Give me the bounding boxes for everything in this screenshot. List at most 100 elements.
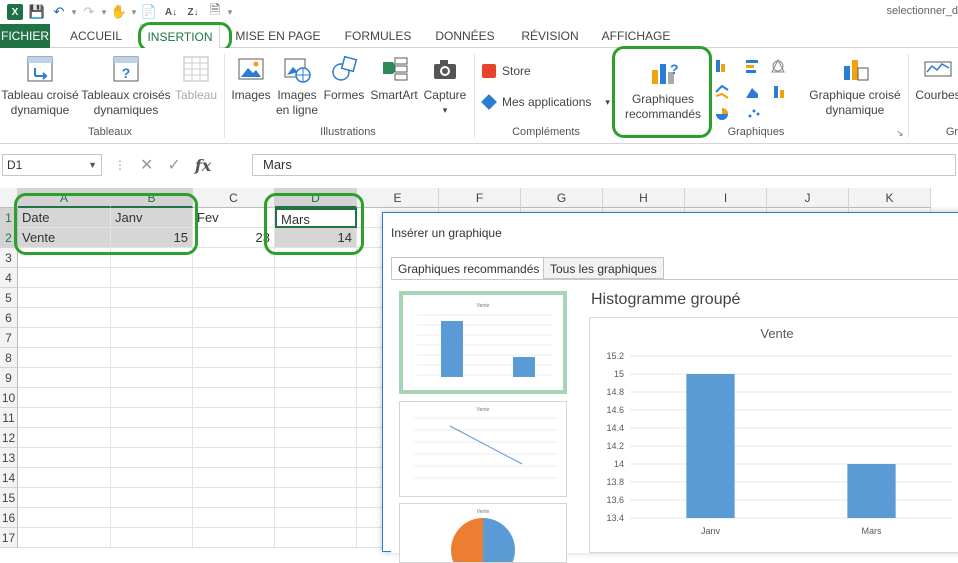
row-header-8[interactable]: 8: [0, 348, 18, 368]
tab-mise-en-page[interactable]: MISE EN PAGE: [232, 24, 324, 48]
cell-a3[interactable]: [18, 248, 111, 268]
cell-c14[interactable]: [193, 468, 275, 488]
cell-c12[interactable]: [193, 428, 275, 448]
thumbnail-clustered-column[interactable]: Vente: [399, 291, 567, 394]
column-header-c[interactable]: C: [193, 188, 275, 208]
cell-c16[interactable]: [193, 508, 275, 528]
tab-all-charts[interactable]: Tous les graphiques: [543, 257, 664, 279]
row-header-5[interactable]: 5: [0, 288, 18, 308]
undo-dropdown-icon[interactable]: ▾: [70, 7, 78, 18]
cell-a16[interactable]: [18, 508, 111, 528]
row-header-6[interactable]: 6: [0, 308, 18, 328]
column-header-h[interactable]: H: [603, 188, 685, 208]
column-header-f[interactable]: F: [439, 188, 521, 208]
cell-d11[interactable]: [275, 408, 357, 428]
cell-d8[interactable]: [275, 348, 357, 368]
confirm-icon[interactable]: ✓: [167, 155, 180, 175]
thumbnail-pie-chart[interactable]: Vente: [399, 503, 567, 563]
cell-a13[interactable]: [18, 448, 111, 468]
cancel-icon[interactable]: ✕: [140, 155, 153, 175]
cell-d2[interactable]: 14: [275, 228, 357, 248]
sparkline-lines-button[interactable]: Courbes: [912, 54, 958, 103]
cell-c17[interactable]: [193, 528, 275, 548]
cell-a9[interactable]: [18, 368, 111, 388]
cell-d3[interactable]: [275, 248, 357, 268]
cell-b8[interactable]: [111, 348, 193, 368]
tab-accueil[interactable]: ACCUEIL: [60, 24, 132, 48]
cell-b10[interactable]: [111, 388, 193, 408]
recommended-charts-button[interactable]: ? Graphiques recommandés: [618, 58, 708, 122]
tab-formules[interactable]: FORMULES: [336, 24, 420, 48]
row-header-10[interactable]: 10: [0, 388, 18, 408]
sort-asc-icon[interactable]: A↓: [160, 2, 182, 22]
row-header-11[interactable]: 11: [0, 408, 18, 428]
row-header-4[interactable]: 4: [0, 268, 18, 288]
cell-d14[interactable]: [275, 468, 357, 488]
formula-input[interactable]: Mars: [252, 154, 956, 176]
cell-c13[interactable]: [193, 448, 275, 468]
column-header-i[interactable]: I: [685, 188, 767, 208]
chart-types-gallery[interactable]: [712, 56, 802, 122]
insert-function-icon[interactable]: fx: [195, 156, 211, 175]
cell-b13[interactable]: [111, 448, 193, 468]
cell-c15[interactable]: [193, 488, 275, 508]
smartart-button[interactable]: SmartArt: [368, 54, 420, 103]
store-button[interactable]: Store: [482, 64, 531, 78]
cell-b16[interactable]: [111, 508, 193, 528]
cell-b15[interactable]: [111, 488, 193, 508]
cell-a14[interactable]: [18, 468, 111, 488]
cell-a6[interactable]: [18, 308, 111, 328]
cell-a2[interactable]: Vente: [18, 228, 111, 248]
row-header-16[interactable]: 16: [0, 508, 18, 528]
cell-d13[interactable]: [275, 448, 357, 468]
cell-b5[interactable]: [111, 288, 193, 308]
save-icon[interactable]: 💾: [26, 2, 48, 22]
cell-c1[interactable]: Fev: [193, 208, 275, 228]
cell-b4[interactable]: [111, 268, 193, 288]
cell-b11[interactable]: [111, 408, 193, 428]
column-header-a[interactable]: A: [18, 188, 111, 208]
cell-c8[interactable]: [193, 348, 275, 368]
name-box[interactable]: D1 ▼: [2, 154, 102, 176]
cell-c2[interactable]: 23: [193, 228, 275, 248]
redo-dropdown-icon[interactable]: ▾: [100, 7, 108, 18]
cell-d16[interactable]: [275, 508, 357, 528]
row-header-3[interactable]: 3: [0, 248, 18, 268]
online-images-button[interactable]: Images en ligne: [274, 54, 320, 118]
column-header-b[interactable]: B: [111, 188, 193, 208]
redo-icon[interactable]: ↷: [78, 2, 100, 22]
cell-c9[interactable]: [193, 368, 275, 388]
touch-mode-icon[interactable]: ✋: [108, 2, 130, 22]
cell-c5[interactable]: [193, 288, 275, 308]
cell-c10[interactable]: [193, 388, 275, 408]
new-file-icon[interactable]: 📄: [138, 2, 160, 22]
cell-d17[interactable]: [275, 528, 357, 548]
row-header-12[interactable]: 12: [0, 428, 18, 448]
cell-d5[interactable]: [275, 288, 357, 308]
cell-b17[interactable]: [111, 528, 193, 548]
cell-b12[interactable]: [111, 428, 193, 448]
touch-dropdown-icon[interactable]: ▾: [130, 7, 138, 18]
cell-a11[interactable]: [18, 408, 111, 428]
cell-c7[interactable]: [193, 328, 275, 348]
cell-d10[interactable]: [275, 388, 357, 408]
row-header-17[interactable]: 17: [0, 528, 18, 548]
cell-c11[interactable]: [193, 408, 275, 428]
cell-b3[interactable]: [111, 248, 193, 268]
cell-b7[interactable]: [111, 328, 193, 348]
cell-b6[interactable]: [111, 308, 193, 328]
capture-button[interactable]: Capture ▾: [420, 54, 470, 118]
row-header-7[interactable]: 7: [0, 328, 18, 348]
cell-b1[interactable]: Janv: [111, 208, 193, 228]
cell-a10[interactable]: [18, 388, 111, 408]
cell-a8[interactable]: [18, 348, 111, 368]
shapes-button[interactable]: Formes: [320, 54, 368, 103]
tab-donnees[interactable]: DONNÉES: [428, 24, 502, 48]
column-header-e[interactable]: E: [357, 188, 439, 208]
tab-insertion[interactable]: INSERTION: [140, 24, 220, 49]
cell-d12[interactable]: [275, 428, 357, 448]
customize-toolbar-icon[interactable]: ▾: [226, 7, 234, 18]
tab-recommended-charts[interactable]: Graphiques recommandés: [391, 257, 547, 279]
column-header-k[interactable]: K: [849, 188, 931, 208]
cell-c4[interactable]: [193, 268, 275, 288]
